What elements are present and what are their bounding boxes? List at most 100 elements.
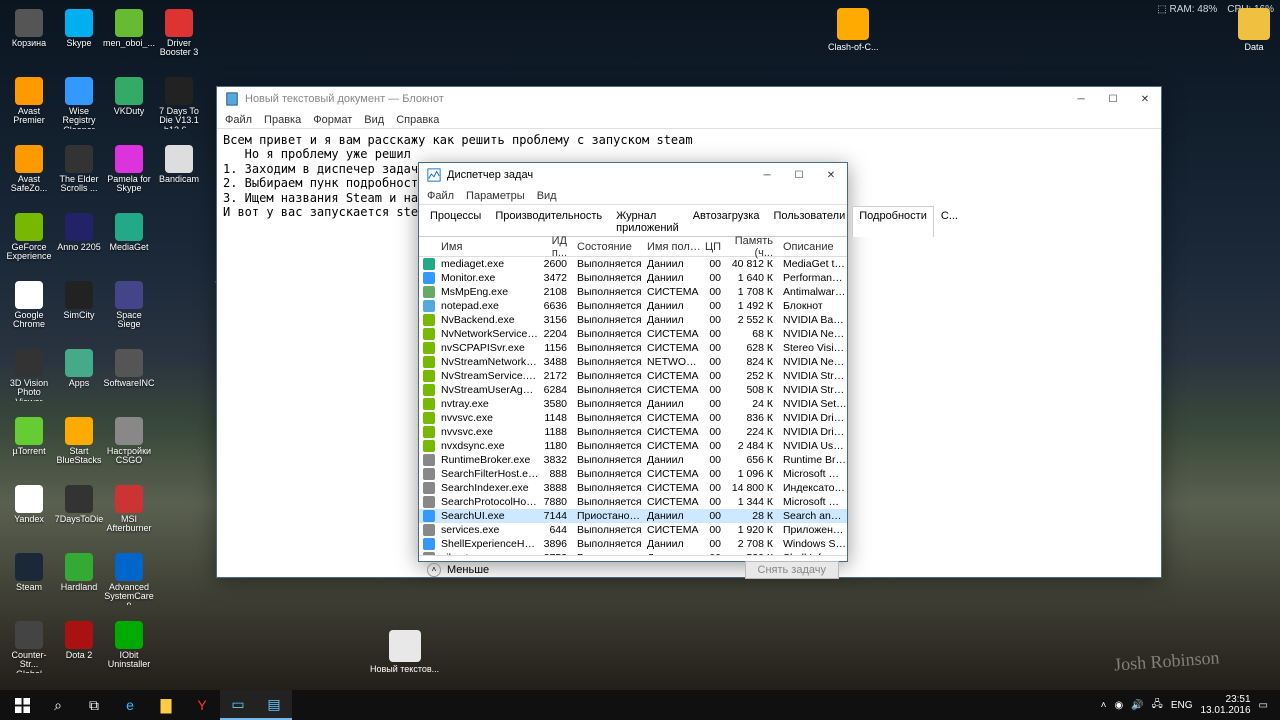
search-button[interactable]: ⌕ xyxy=(40,690,76,720)
notification-center-icon[interactable]: ▭ xyxy=(1259,700,1268,711)
desktop-icon[interactable]: Dota 2 xyxy=(55,620,103,686)
desktop-icon[interactable]: Yandex xyxy=(5,484,53,550)
table-row[interactable]: RuntimeBroker.exe3832ВыполняетсяДаниил00… xyxy=(419,453,847,467)
tray-network-icon[interactable]: 🖧 xyxy=(1152,697,1163,714)
column-header[interactable]: Имя польз... xyxy=(643,241,703,253)
desktop-icon[interactable]: Google Chrome xyxy=(5,280,53,346)
desktop-icon[interactable]: MediaGet xyxy=(105,212,153,278)
menu-item[interactable]: Справка xyxy=(396,114,439,126)
menu-item[interactable]: Параметры xyxy=(466,190,525,202)
desktop[interactable]: ⬚ RAM: 48% CPU: 16% КорзинаSkypemen_oboi… xyxy=(0,0,1280,720)
system-tray[interactable]: ˄ ◉ 🔊 🖧 ENG 23:51 13.01.2016 ▭ xyxy=(1101,694,1276,716)
maximize-button[interactable]: ☐ xyxy=(783,163,815,187)
desktop-icon[interactable]: SimCity xyxy=(55,280,103,346)
menu-item[interactable]: Вид xyxy=(364,114,384,126)
start-button[interactable] xyxy=(4,690,40,720)
end-task-button[interactable]: Снять задачу xyxy=(745,561,840,579)
column-header[interactable]: ЦП xyxy=(703,241,727,253)
taskmgr-titlebar[interactable]: Диспетчер задач ─ ☐ ✕ xyxy=(419,163,847,187)
desktop-icon[interactable]: VKDuty xyxy=(105,76,153,142)
tab[interactable]: Пользователи xyxy=(766,206,852,237)
menu-item[interactable]: Вид xyxy=(537,190,557,202)
tab[interactable]: Подробности xyxy=(852,206,934,237)
tray-volume-icon[interactable]: 🔊 xyxy=(1131,700,1143,711)
tray-language[interactable]: ENG xyxy=(1171,700,1193,711)
desktop-icon[interactable]: Clash-of-C... xyxy=(828,8,879,52)
tab[interactable]: Процессы xyxy=(423,206,488,237)
desktop-icon[interactable]: Pamela for Skype xyxy=(105,144,153,210)
column-header[interactable]: Описание xyxy=(779,241,847,253)
table-row[interactable]: nvxdsync.exe1180ВыполняетсяСИСТЕМА002 48… xyxy=(419,439,847,453)
desktop-icon[interactable]: 3D Vision Photo Viewer xyxy=(5,348,53,414)
desktop-icon[interactable]: Start BlueStacks xyxy=(55,416,103,482)
table-row[interactable]: NvStreamService.exe2172ВыполняетсяСИСТЕМ… xyxy=(419,369,847,383)
desktop-icon[interactable]: Wise Registry Cleaner xyxy=(55,76,103,142)
tab[interactable]: Автозагрузка xyxy=(686,206,767,237)
desktop-icon[interactable]: 7DaysToDie xyxy=(55,484,103,550)
tray-chevron-icon[interactable]: ˄ xyxy=(1101,700,1107,711)
desktop-icon[interactable]: MSI Afterburner xyxy=(105,484,153,550)
tab[interactable]: Производительность xyxy=(488,206,609,237)
taskmgr-process-table[interactable]: mediaget.exe2600ВыполняетсяДаниил0040 81… xyxy=(419,257,847,555)
desktop-icon[interactable]: µTorrent xyxy=(5,416,53,482)
desktop-icon[interactable]: Advanced SystemCare 9 xyxy=(105,552,153,618)
table-row[interactable]: nvvsvc.exe1188ВыполняетсяСИСТЕМА00224 КN… xyxy=(419,425,847,439)
tab[interactable]: Журнал приложений xyxy=(609,206,686,237)
desktop-icon[interactable]: 7 Days To Die V13.1 b12 6... xyxy=(155,76,203,142)
column-header[interactable]: ИД п... xyxy=(539,235,573,259)
fewer-details-toggle[interactable]: ˄ Меньше xyxy=(427,563,489,577)
desktop-icon[interactable]: SoftwareINC xyxy=(105,348,153,414)
table-row[interactable]: nvSCPAPISvr.exe1156ВыполняетсяСИСТЕМА006… xyxy=(419,341,847,355)
desktop-icon[interactable]: Anno 2205 xyxy=(55,212,103,278)
notepad-taskbar-button[interactable]: ▭ xyxy=(220,690,256,720)
table-row[interactable]: sihost.exe2752ВыполняетсяДаниил00520 КSh… xyxy=(419,551,847,555)
menu-item[interactable]: Правка xyxy=(264,114,301,126)
column-header[interactable]: Имя xyxy=(419,241,539,253)
table-row[interactable]: nvtray.exe3580ВыполняетсяДаниил0024 КNVI… xyxy=(419,397,847,411)
task-view-button[interactable]: ⧉ xyxy=(76,690,112,720)
desktop-icon[interactable]: Data xyxy=(1238,8,1270,52)
menu-item[interactable]: Файл xyxy=(427,190,454,202)
maximize-button[interactable]: ☐ xyxy=(1097,87,1129,111)
notepad-titlebar[interactable]: Новый текстовый документ — Блокнот ─ ☐ ✕ xyxy=(217,87,1161,111)
task-manager-window[interactable]: Диспетчер задач ─ ☐ ✕ Файл Параметры Вид П… xyxy=(418,162,848,562)
table-row[interactable]: mediaget.exe2600ВыполняетсяДаниил0040 81… xyxy=(419,257,847,271)
table-row[interactable]: SearchFilterHost.exe888ВыполняетсяСИСТЕМ… xyxy=(419,467,847,481)
tray-bandicam-icon[interactable]: ◉ xyxy=(1114,700,1123,711)
taskmgr-taskbar-button[interactable]: ▤ xyxy=(256,690,292,720)
file-explorer-button[interactable]: ▇ xyxy=(148,690,184,720)
minimize-button[interactable]: ─ xyxy=(1065,87,1097,111)
taskbar-clock[interactable]: 23:51 13.01.2016 xyxy=(1200,694,1250,716)
desktop-icon[interactable]: Apps xyxy=(55,348,103,414)
desktop-icon[interactable]: Настройки CSGO xyxy=(105,416,153,482)
desktop-icon[interactable]: GeForce Experience xyxy=(5,212,53,278)
desktop-icon[interactable]: Avast SafeZo... xyxy=(5,144,53,210)
table-row[interactable]: SearchProtocolHost...7880ВыполняетсяСИСТ… xyxy=(419,495,847,509)
close-button[interactable]: ✕ xyxy=(1129,87,1161,111)
desktop-icon[interactable]: Skype xyxy=(55,8,103,74)
table-row[interactable]: MsMpEng.exe2108ВыполняетсяСИСТЕМА001 708… xyxy=(419,285,847,299)
desktop-icon[interactable]: Space Siege xyxy=(105,280,153,346)
table-row[interactable]: NvStreamUserAgent...6284ВыполняетсяСИСТЕ… xyxy=(419,383,847,397)
close-button[interactable]: ✕ xyxy=(815,163,847,187)
menu-item[interactable]: Формат xyxy=(313,114,352,126)
table-row[interactable]: services.exe644ВыполняетсяСИСТЕМА001 920… xyxy=(419,523,847,537)
table-row[interactable]: ShellExperienceHost...3896ВыполняетсяДан… xyxy=(419,537,847,551)
menu-item[interactable]: Файл xyxy=(225,114,252,126)
table-row[interactable]: NvBackend.exe3156ВыполняетсяДаниил002 55… xyxy=(419,313,847,327)
column-header[interactable]: Память (ч... xyxy=(727,235,779,259)
desktop-icon[interactable]: Hardland xyxy=(55,552,103,618)
tab[interactable]: С... xyxy=(934,206,965,237)
desktop-icon[interactable]: Корзина xyxy=(5,8,53,74)
table-row[interactable]: nvvsvc.exe1148ВыполняетсяСИСТЕМА00836 КN… xyxy=(419,411,847,425)
yandex-button[interactable]: Y xyxy=(184,690,220,720)
desktop-icon[interactable]: Bandicam xyxy=(155,144,203,210)
desktop-icon[interactable]: Driver Booster 3 xyxy=(155,8,203,74)
table-row[interactable]: NvNetworkService.exe2204ВыполняетсяСИСТЕ… xyxy=(419,327,847,341)
taskbar[interactable]: ⌕ ⧉ e ▇ Y ▭ ▤ ˄ ◉ 🔊 🖧 ENG 23:51 13.01.20… xyxy=(0,690,1280,720)
taskmgr-column-headers[interactable]: ИмяИД п...СостояниеИмя польз...ЦППамять … xyxy=(419,237,847,257)
table-row[interactable]: SearchIndexer.exe3888ВыполняетсяСИСТЕМА0… xyxy=(419,481,847,495)
column-header[interactable]: Состояние xyxy=(573,241,643,253)
desktop-icon[interactable]: Новый текстов... xyxy=(370,630,439,674)
desktop-icon[interactable]: Avast Premier xyxy=(5,76,53,142)
